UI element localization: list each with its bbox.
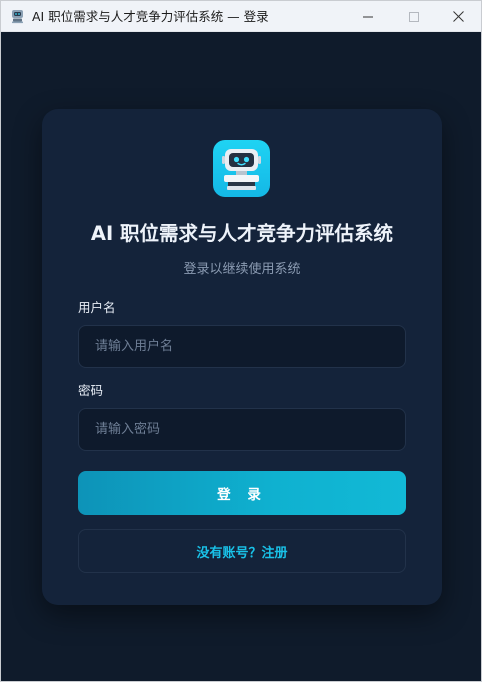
login-subtitle: 登录以继续使用系统 — [183, 262, 301, 277]
window-title: AI 职位需求与人才竞争力评估系统 — 登录 — [32, 9, 269, 24]
close-icon — [452, 11, 464, 22]
app-title: AI 职位需求与人才竞争力评估系统 — [90, 222, 394, 245]
login-page: AI 职位需求与人才竞争力评估系统 登录以继续使用系统 用户名 密码 登 录 没… — [1, 32, 481, 681]
password-input[interactable] — [78, 408, 406, 451]
maximize-icon — [409, 11, 419, 22]
login-card: AI 职位需求与人才竞争力评估系统 登录以继续使用系统 用户名 密码 登 录 没… — [42, 109, 442, 605]
password-label: 密码 — [78, 383, 104, 398]
title-bar[interactable]: AI 职位需求与人才竞争力评估系统 — 登录 — [1, 1, 481, 32]
app-window: AI 职位需求与人才竞争力评估系统 — 登录 AI 职位需求与人才竞争力评估系统… — [0, 0, 482, 682]
robot-icon — [10, 9, 25, 24]
register-link-button[interactable]: 没有账号？注册 — [78, 529, 406, 573]
username-label: 用户名 — [78, 300, 116, 315]
maximize-button[interactable] — [391, 1, 437, 32]
minimize-button[interactable] — [345, 1, 391, 32]
minimize-icon — [363, 12, 373, 22]
close-button[interactable] — [435, 1, 481, 32]
login-button[interactable]: 登 录 — [78, 471, 406, 515]
robot-icon — [213, 140, 270, 197]
username-input[interactable] — [78, 325, 406, 368]
